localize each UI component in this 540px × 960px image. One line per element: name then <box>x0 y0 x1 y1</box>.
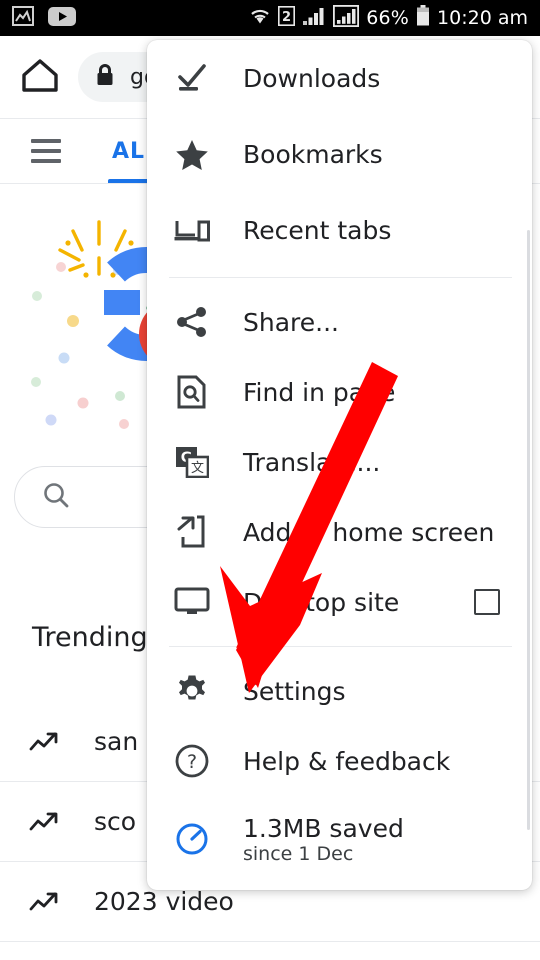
home-icon <box>20 56 60 98</box>
menu-item-label: Bookmarks <box>243 139 383 169</box>
trending-up-icon <box>28 729 64 755</box>
menu-item-add-to-home-screen[interactable]: Add to home screen <box>147 497 532 567</box>
menu-item-data-saver[interactable]: 1.3MB saved since 1 Dec <box>147 796 532 882</box>
lock-icon <box>94 62 116 92</box>
menu-scrollbar[interactable] <box>527 230 530 830</box>
trending-item-label: sco <box>94 807 137 836</box>
menu-item-label: Help & feedback <box>243 746 451 776</box>
menu-item-find-in-page[interactable]: Find in page <box>147 357 532 427</box>
sim-badge-icon: 2 <box>278 6 296 30</box>
add-to-home-icon <box>171 515 213 549</box>
search-icon <box>41 480 71 514</box>
menu-item-label: Find in page <box>243 377 396 407</box>
trending-item-label: san <box>94 727 139 756</box>
status-bar: 2 66% 10:20 am <box>0 0 540 36</box>
menu-item-label: Add to home screen <box>243 517 495 547</box>
trending-item-label: 2023 video <box>94 887 234 916</box>
desktop-icon <box>171 587 213 617</box>
menu-item-label: Recent tabs <box>243 215 392 245</box>
trending-up-icon <box>28 889 64 915</box>
star-icon <box>171 138 213 171</box>
hamburger-bar <box>31 139 61 143</box>
signal-bars-icon <box>302 6 326 30</box>
menu-item-label: Translate... <box>243 447 381 477</box>
status-bar-system-icons: 2 66% 10:20 am <box>249 4 528 31</box>
translate-icon: G 文 <box>171 446 213 478</box>
menu-item-label: Desktop site <box>243 587 400 617</box>
menu-item-settings[interactable]: Settings <box>147 656 532 726</box>
gear-icon <box>171 674 213 708</box>
menu-item-label: Downloads <box>243 63 381 93</box>
clock-label: 10:20 am <box>437 7 528 29</box>
desktop-site-checkbox[interactable] <box>474 589 500 615</box>
menu-item-translate[interactable]: G 文 Translate... <box>147 427 532 497</box>
menu-item-recent-tabs[interactable]: Recent tabs <box>147 192 532 268</box>
svg-text:2: 2 <box>282 10 291 25</box>
help-circle-icon: ? <box>171 744 213 778</box>
battery-icon <box>416 5 430 31</box>
menu-item-downloads[interactable]: Downloads <box>147 40 532 116</box>
trending-heading: Trending <box>32 622 148 653</box>
find-in-page-icon <box>171 375 213 409</box>
data-saver-text-block: 1.3MB saved since 1 Dec <box>213 814 404 865</box>
recent-tabs-icon <box>171 216 213 244</box>
menu-item-label: Share... <box>243 307 339 337</box>
trending-up-icon <box>28 809 64 835</box>
status-bar-notification-icons <box>12 6 76 30</box>
menu-item-bookmarks[interactable]: Bookmarks <box>147 116 532 192</box>
hamburger-bar <box>31 159 61 163</box>
svg-text:?: ? <box>187 751 197 773</box>
menu-divider <box>169 646 512 647</box>
menu-item-share[interactable]: Share... <box>147 287 532 357</box>
menu-divider <box>169 277 512 278</box>
phone-screen: 2 66% 10:20 am go ALL Trending san sco 2… <box>0 0 540 960</box>
share-icon <box>171 306 213 338</box>
menu-item-sublabel: since 1 Dec <box>243 842 354 865</box>
youtube-icon <box>48 6 76 30</box>
menu-item-label: 1.3MB saved <box>243 813 404 843</box>
menu-item-help-feedback[interactable]: ? Help & feedback <box>147 726 532 796</box>
battery-percent-label: 66% <box>366 7 410 29</box>
menu-item-label: Settings <box>243 676 346 706</box>
svg-text:文: 文 <box>191 461 204 476</box>
home-button[interactable] <box>18 55 62 99</box>
browser-overflow-menu: Downloads Bookmarks Recent tabs Share...… <box>147 40 532 890</box>
download-check-icon <box>171 62 213 94</box>
hamburger-bar <box>31 149 61 153</box>
wifi-icon <box>249 6 271 30</box>
signal-bars-boxed-icon <box>333 4 360 31</box>
hamburger-icon[interactable] <box>14 139 78 163</box>
menu-item-desktop-site[interactable]: Desktop site <box>147 567 532 637</box>
data-saver-icon <box>171 822 213 856</box>
photo-icon <box>12 6 34 30</box>
